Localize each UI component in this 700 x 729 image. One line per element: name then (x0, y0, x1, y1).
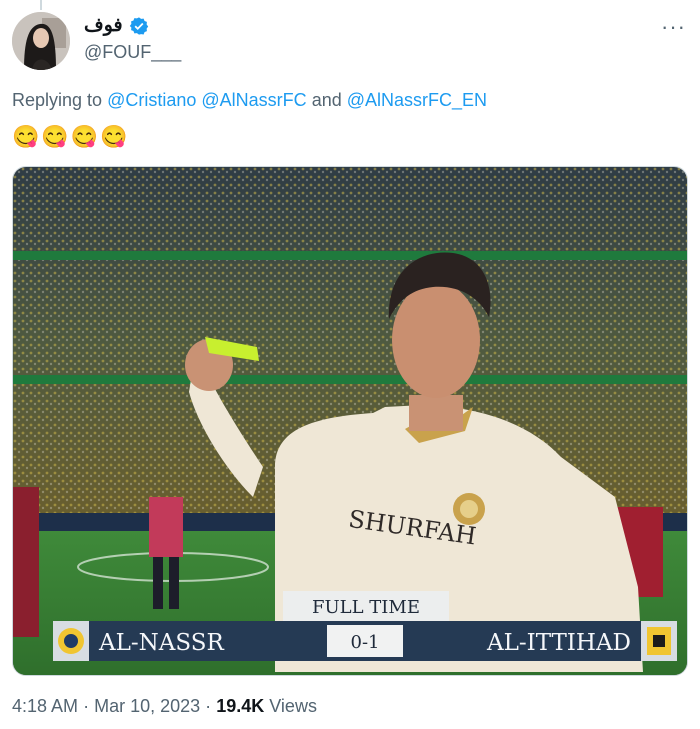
reply-and: and (311, 90, 342, 110)
mention-alnassrfc-en[interactable]: @AlNassrFC_EN (347, 90, 487, 110)
author-name-row: فوف (84, 14, 149, 37)
mention-cristiano[interactable]: @Cristiano (107, 90, 196, 110)
scoreboard-away-team: AL-ITTIHAD (486, 630, 631, 656)
tweet-media-image[interactable]: SHURFAH FULL TIME AL-NASSR 0-1 AL-ITTIHA… (12, 166, 688, 676)
tweet-date[interactable]: Mar 10, 2023 (94, 696, 200, 716)
scoreboard-status: FULL TIME (312, 597, 420, 618)
verified-badge-icon (129, 16, 148, 35)
tweet-meta-line: 4:18 AM · Mar 10, 2023 · 19.4K Views (12, 696, 317, 717)
thread-connector-line (40, 0, 42, 10)
scoreboard-score: 0-1 (351, 632, 380, 653)
views-count[interactable]: 19.4K (216, 696, 264, 716)
user-handle[interactable]: @FOUF___ (84, 42, 181, 63)
meta-separator-2: · (205, 696, 212, 716)
replying-to-line: Replying to @Cristiano @AlNassrFC and @A… (12, 90, 487, 111)
tweet-time[interactable]: 4:18 AM (12, 696, 78, 716)
mention-alnassrfc[interactable]: @AlNassrFC (201, 90, 306, 110)
views-label: Views (269, 696, 317, 716)
more-options-icon[interactable]: ··· (661, 14, 686, 40)
reply-prefix: Replying to (12, 90, 103, 110)
avatar[interactable] (12, 12, 70, 70)
meta-separator-1: · (83, 696, 90, 716)
tweet-text-emojis: 😋😋😋😋 (12, 124, 130, 149)
display-name[interactable]: فوف (84, 14, 123, 37)
scoreboard-home-team: AL-NASSR (98, 630, 224, 656)
